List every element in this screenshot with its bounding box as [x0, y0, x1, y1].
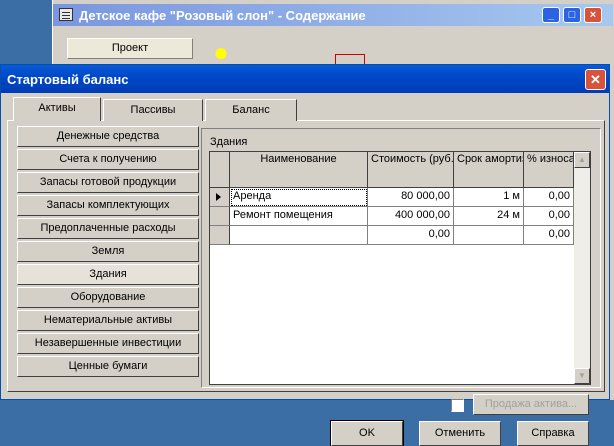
- row-pointer-icon: [216, 193, 221, 201]
- table-cell-wear[interactable]: 0,00: [524, 207, 574, 226]
- background-titlebar: Детское кафе "Розовый слон" - Содержание…: [53, 4, 613, 26]
- tab-balance[interactable]: Баланс: [205, 99, 297, 121]
- dialog-titlebar: Стартовый баланс ✕: [1, 65, 609, 93]
- background-window-title: Детское кафе "Розовый слон" - Содержание: [79, 8, 366, 23]
- category-equipment[interactable]: Оборудование: [17, 287, 199, 308]
- ok-button[interactable]: OK: [330, 420, 404, 446]
- scroll-down-icon[interactable]: ▼: [574, 368, 590, 384]
- tab-assets[interactable]: Активы: [13, 97, 101, 121]
- column-header-term[interactable]: Срок амортиз.: [454, 152, 524, 188]
- tab-liabilities[interactable]: Пассивы: [103, 99, 203, 121]
- help-button[interactable]: Справка: [517, 421, 589, 446]
- app-icon: [59, 8, 73, 21]
- row-indicator[interactable]: [210, 188, 230, 207]
- table-cell-term[interactable]: [454, 226, 524, 245]
- category-cash[interactable]: Денежные средства: [17, 126, 199, 147]
- sell-asset-button[interactable]: Продажа актива...: [473, 394, 589, 415]
- table-cell-name[interactable]: Аренда: [230, 188, 368, 207]
- logo-icon: [209, 48, 229, 62]
- column-header-cost[interactable]: Стоимость (руб.): [368, 152, 454, 188]
- category-finished-goods[interactable]: Запасы готовой продукции: [17, 172, 199, 193]
- vertical-scrollbar[interactable]: ▲ ▼: [574, 152, 590, 384]
- minimize-icon[interactable]: _: [542, 7, 560, 23]
- sale-checkbox[interactable]: [451, 399, 464, 412]
- category-prepaid-expenses[interactable]: Предоплаченные расходы: [17, 218, 199, 239]
- table-cell-term[interactable]: 1 м: [454, 188, 524, 207]
- maximize-icon[interactable]: □: [563, 7, 581, 23]
- table-cell-name[interactable]: Ремонт помещения: [230, 207, 368, 226]
- scroll-up-icon[interactable]: ▲: [574, 152, 590, 168]
- category-components[interactable]: Запасы комплектующих: [17, 195, 199, 216]
- table-corner: [210, 152, 230, 188]
- assets-table: Наименование Стоимость (руб.) Срок аморт…: [209, 151, 591, 385]
- category-intangible-assets[interactable]: Нематериальные активы: [17, 310, 199, 331]
- project-button[interactable]: Проект: [67, 38, 193, 59]
- table-cell-wear[interactable]: 0,00: [524, 188, 574, 207]
- start-balance-dialog: Стартовый баланс ✕ Активы Пассивы Баланс…: [0, 64, 610, 446]
- category-buildings[interactable]: Здания: [17, 264, 199, 285]
- row-indicator[interactable]: [210, 226, 230, 245]
- column-header-wear[interactable]: % износа: [524, 152, 574, 188]
- table-cell-wear[interactable]: 0,00: [524, 226, 574, 245]
- table-cell-cost[interactable]: 0,00: [368, 226, 454, 245]
- cancel-button[interactable]: Отменить: [419, 421, 501, 446]
- table-cell-name[interactable]: [230, 226, 368, 245]
- close-icon[interactable]: ×: [584, 7, 602, 23]
- category-securities[interactable]: Ценные бумаги: [17, 356, 199, 377]
- category-investments-in-progress[interactable]: Незавершенные инвестиции: [17, 333, 199, 354]
- section-title: Здания: [210, 136, 248, 148]
- table-cell-term[interactable]: 24 м: [454, 207, 524, 226]
- dialog-title: Стартовый баланс: [7, 72, 129, 87]
- column-header-name[interactable]: Наименование: [230, 152, 368, 188]
- row-indicator[interactable]: [210, 207, 230, 226]
- table-cell-cost[interactable]: 400 000,00: [368, 207, 454, 226]
- category-land[interactable]: Земля: [17, 241, 199, 262]
- table-cell-cost[interactable]: 80 000,00: [368, 188, 454, 207]
- category-receivables[interactable]: Счета к получению: [17, 149, 199, 170]
- close-icon[interactable]: ✕: [585, 69, 606, 90]
